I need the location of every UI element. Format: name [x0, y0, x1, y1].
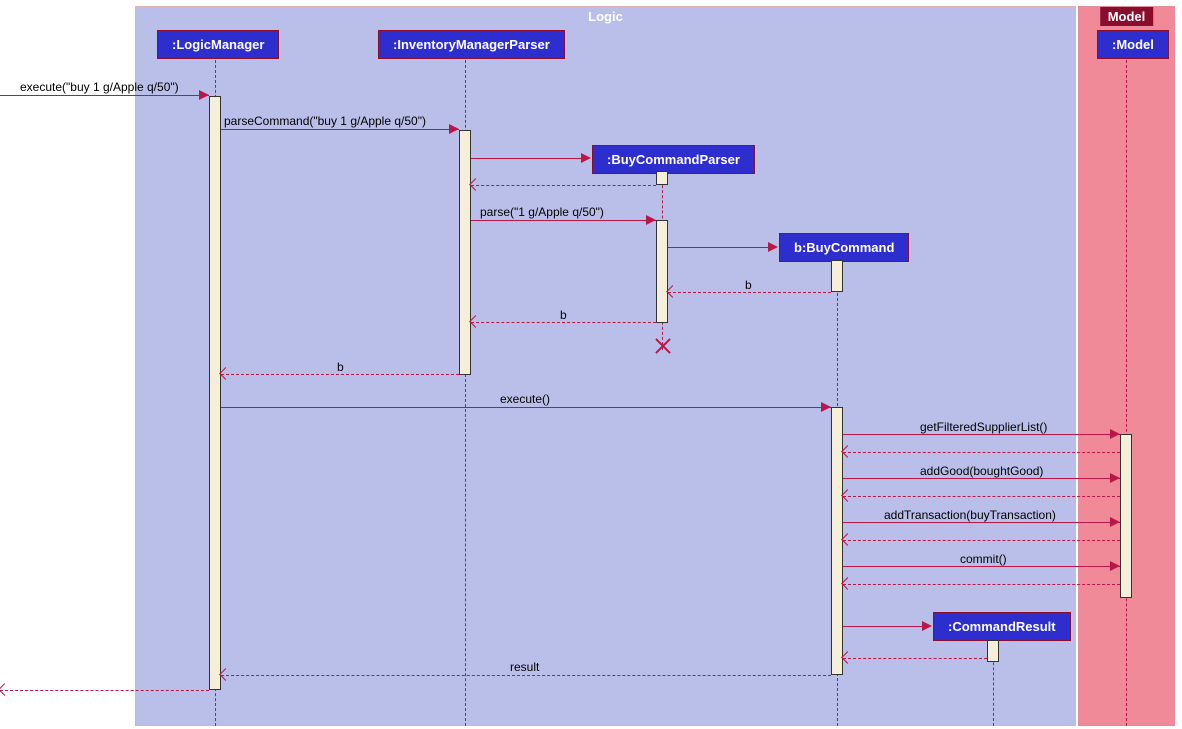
- activation-inv-parser: [459, 130, 471, 375]
- label-exec-entry: execute("buy 1 g/Apple q/50"): [20, 80, 179, 94]
- arrow-addgood: [843, 478, 1120, 479]
- participant-logic-manager: :LogicManager: [157, 30, 279, 59]
- label-parse: parse("1 g/Apple q/50"): [480, 205, 604, 219]
- arrow-result: [221, 675, 831, 676]
- arrow-ret-b1: [668, 292, 831, 293]
- arrow-ret-b2: [471, 322, 656, 323]
- arrow-ret-bcp: [471, 185, 656, 186]
- arrow-parse-head: [646, 215, 656, 225]
- arrow-create-cr-head: [922, 621, 932, 631]
- arrow-create-bcp: [471, 158, 589, 159]
- activation-logic-manager: [209, 96, 221, 690]
- label-parse-cmd: parseCommand("buy 1 g/Apple q/50"): [224, 114, 426, 128]
- label-commit: commit(): [960, 552, 1007, 566]
- lifeline-model: [1126, 60, 1127, 726]
- arrow-exec-entry-head: [199, 90, 209, 100]
- arrow-addtxn-head: [1110, 517, 1120, 527]
- activation-buy-cmd-parser-2: [656, 220, 668, 323]
- arrow-execute-head: [821, 402, 831, 412]
- activation-buy-cmd-create: [831, 260, 843, 292]
- arrow-execute: [221, 407, 831, 408]
- label-execute: execute(): [500, 392, 550, 406]
- activation-buy-cmd-parser: [656, 171, 668, 185]
- label-addgood: addGood(boughtGood): [920, 464, 1043, 478]
- activation-buy-cmd-exec: [831, 407, 843, 675]
- participant-buy-cmd-parser: :BuyCommandParser: [592, 145, 755, 174]
- arrow-commit-ret: [843, 584, 1120, 585]
- arrow-exec-entry: [0, 95, 209, 96]
- destroy-buy-cmd-parser: [652, 336, 672, 356]
- arrow-parse-cmd-head: [449, 124, 459, 134]
- arrow-commit: [843, 566, 1120, 567]
- arrow-addtxn: [843, 522, 1120, 523]
- label-getlist: getFilteredSupplierList(): [920, 420, 1047, 434]
- label-ret-b1: b: [745, 278, 752, 292]
- arrow-addgood-ret: [843, 496, 1120, 497]
- arrow-getlist-head: [1110, 429, 1120, 439]
- participant-inventory-parser: :InventoryManagerParser: [378, 30, 565, 59]
- arrow-ret-b3: [221, 374, 459, 375]
- participant-buy-cmd: b:BuyCommand: [779, 233, 909, 262]
- participant-model: :Model: [1097, 30, 1169, 59]
- arrow-create-cr: [843, 626, 930, 627]
- arrow-parse: [471, 220, 656, 221]
- arrow-create-bc: [668, 247, 776, 248]
- arrow-commit-head: [1110, 561, 1120, 571]
- arrow-parse-cmd: [221, 129, 459, 130]
- participant-cmd-result: :CommandResult: [933, 612, 1071, 641]
- arrow-getlist: [843, 434, 1120, 435]
- arrow-create-bcp-head: [581, 153, 591, 163]
- label-ret-b3: b: [337, 360, 344, 374]
- arrow-addgood-head: [1110, 473, 1120, 483]
- activation-cmd-result: [987, 640, 999, 662]
- arrow-create-bc-head: [768, 242, 778, 252]
- arrow-exit: [0, 690, 209, 691]
- frame-logic-label: Logic: [578, 7, 633, 26]
- label-ret-b2: b: [560, 308, 567, 322]
- arrow-getlist-ret: [843, 452, 1120, 453]
- frame-model-label: Model: [1100, 7, 1154, 26]
- activation-model: [1120, 434, 1132, 598]
- label-addtxn: addTransaction(buyTransaction): [884, 508, 1056, 522]
- label-result: result: [510, 660, 539, 674]
- arrow-cr-ret: [843, 658, 987, 659]
- arrow-addtxn-ret: [843, 540, 1120, 541]
